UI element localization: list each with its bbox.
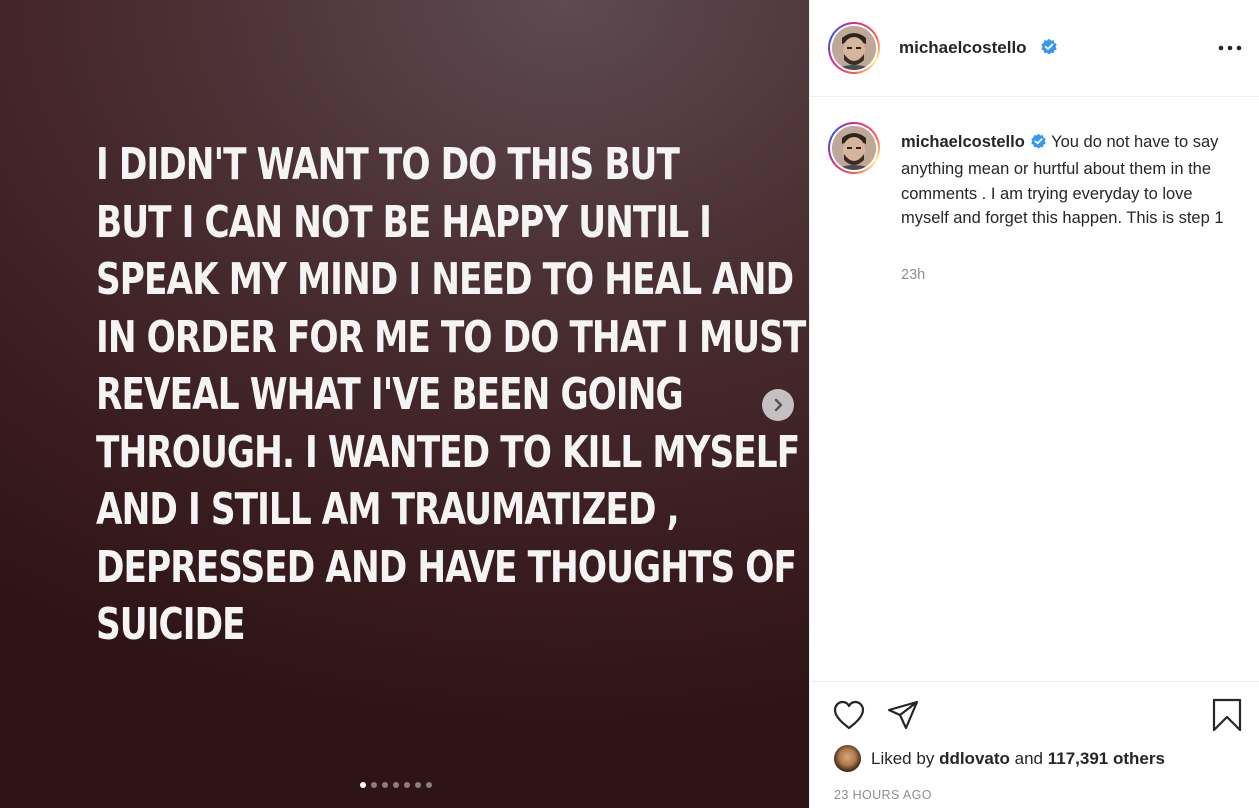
carousel-dot	[371, 782, 377, 788]
likes-summary: Liked by ddlovato and 117,391 others	[834, 745, 1165, 772]
liker-username[interactable]: ddlovato	[939, 749, 1010, 769]
carousel-indicator	[360, 782, 432, 788]
post-actions: Liked by ddlovato and 117,391 others 23 …	[810, 681, 1259, 808]
verified-badge-icon	[1030, 133, 1047, 157]
save-button[interactable]	[1212, 698, 1242, 737]
media-text-line: SUICIDE	[96, 599, 246, 650]
carousel-dot	[415, 782, 421, 788]
caption-username[interactable]: michaelcostello	[901, 133, 1025, 151]
media-text-line: AND I STILL AM TRAUMATIZED ,	[96, 484, 680, 535]
post-date[interactable]: 23 HOURS AGO	[834, 788, 932, 802]
avatar	[832, 26, 876, 70]
media-text-line: I DIDN'T WANT TO DO THIS BUT	[96, 139, 680, 190]
carousel-dot	[426, 782, 432, 788]
media-text-line: REVEAL WHAT I'VE BEEN GOING	[96, 369, 684, 420]
share-button[interactable]	[886, 699, 920, 736]
avatar-face-icon	[832, 26, 876, 70]
avatar	[832, 126, 876, 170]
like-button[interactable]	[832, 699, 866, 736]
heart-icon	[833, 700, 865, 730]
carousel-dot	[382, 782, 388, 788]
caption-text: michaelcostello You do not have to say a…	[901, 130, 1231, 230]
more-options-button[interactable]	[1217, 38, 1243, 58]
paper-plane-icon	[887, 700, 919, 730]
media-text-line: BUT I CAN NOT BE HAPPY UNTIL I	[96, 196, 712, 248]
more-options-icon	[1218, 45, 1242, 51]
next-slide-button[interactable]	[762, 389, 794, 421]
media-text-line: DEPRESSED AND HAVE THOUGHTS OF	[96, 541, 797, 593]
media-text-line: THROUGH. I WANTED TO KILL MYSELF	[96, 426, 800, 478]
media-text-line: IN ORDER FOR ME TO DO THAT I MUST	[96, 311, 806, 363]
post-side-panel: michaelcostello michaelcostello You do n…	[809, 0, 1259, 808]
post-header: michaelcostello	[810, 0, 1259, 97]
media-text-line: SPEAK MY MIND I NEED TO HEAL AND	[96, 254, 794, 305]
carousel-dot	[360, 782, 366, 788]
likes-conj: and	[1014, 748, 1044, 768]
carousel-dot	[404, 782, 410, 788]
story-ring[interactable]	[828, 122, 880, 174]
header-username[interactable]: michaelcostello	[899, 38, 1027, 58]
chevron-right-icon	[774, 398, 783, 412]
avatar-face-icon	[832, 126, 876, 170]
carousel-dot	[393, 782, 399, 788]
caption-timestamp[interactable]: 23h	[901, 267, 925, 283]
liker-avatar[interactable]	[834, 745, 861, 772]
story-ring[interactable]	[828, 22, 880, 74]
post-media[interactable]: I DIDN'T WANT TO DO THIS BUT BUT I CAN N…	[0, 0, 809, 808]
likes-prefix: Liked by	[871, 748, 935, 768]
verified-badge-icon	[1040, 38, 1058, 61]
media-text-overlay: I DIDN'T WANT TO DO THIS BUT BUT I CAN N…	[96, 136, 806, 654]
bookmark-icon	[1212, 698, 1242, 732]
likes-count[interactable]: 117,391 others	[1048, 749, 1165, 769]
